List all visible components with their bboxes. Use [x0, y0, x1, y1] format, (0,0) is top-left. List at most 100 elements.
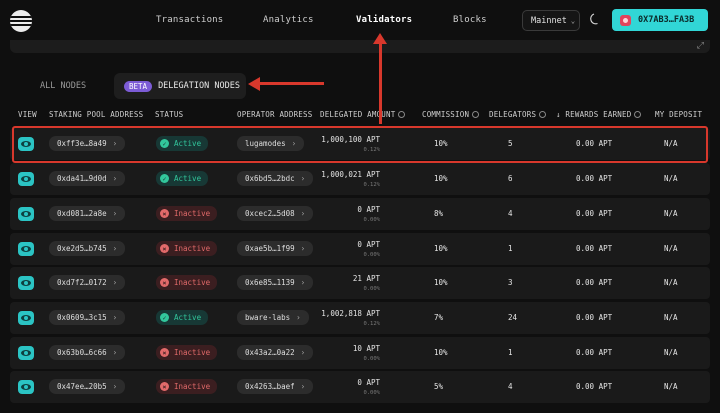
- pool-address-text: 0x47ee…20b5: [57, 382, 107, 391]
- status-text: Active: [174, 139, 202, 148]
- operator-address[interactable]: 0x43a2…0a22 ›: [237, 345, 314, 360]
- rewards-earned-value: 0.00 APT: [576, 244, 613, 253]
- info-icon[interactable]: [398, 111, 406, 118]
- pool-address-text: 0xd7f2…0172: [57, 278, 107, 287]
- delegated-share: 0.12%: [363, 147, 380, 153]
- pool-address-text: 0xda41…9d0d: [57, 174, 107, 183]
- tab-delegation-nodes-label: DELEGATION NODES: [158, 81, 240, 91]
- delegators-value: 1: [508, 244, 513, 253]
- status-text: Inactive: [174, 244, 211, 253]
- operator-address[interactable]: 0x6e85…1139 ›: [237, 275, 314, 290]
- tab-delegation-nodes[interactable]: BETA DELEGATION NODES: [114, 73, 246, 99]
- staking-pool-address[interactable]: 0xda41…9d0d ›: [49, 171, 126, 186]
- staking-pool-address[interactable]: 0x47ee…20b5 ›: [49, 379, 126, 394]
- nav-blocks[interactable]: Blocks: [453, 15, 487, 25]
- close-icon: ×: [160, 244, 169, 253]
- pool-address-text: 0xff3e…8a49: [57, 139, 107, 148]
- operator-address-text: 0x4263…baef: [245, 382, 295, 391]
- delegators-value: 5: [508, 139, 513, 148]
- table-row[interactable]: 0x47ee…20b5 › × Inactive 0x4263…baef › 0 APT 0.…: [10, 371, 710, 403]
- table-row[interactable]: 0xd081…2a8e › × Inactive 0xcec2…5d08 › 0 APT 0.…: [10, 198, 710, 230]
- theme-toggle-moon-icon[interactable]: [588, 12, 602, 26]
- chevron-right-icon: ›: [112, 313, 118, 322]
- column-delegated-amount[interactable]: DELEGATED AMOUNT: [320, 110, 406, 119]
- my-deposit-value: N/A: [664, 313, 678, 322]
- search-bar[interactable]: ⤢: [10, 40, 710, 53]
- chevron-right-icon: ›: [112, 382, 118, 391]
- annotation-arrow-up: [379, 36, 382, 124]
- view-eye-icon[interactable]: [18, 172, 34, 186]
- status-badge: ✓ Active: [156, 136, 209, 151]
- column-operator-address[interactable]: OPERATOR ADDRESS: [237, 110, 312, 119]
- operator-address[interactable]: lugamodes ›: [237, 136, 305, 151]
- tab-all-nodes-label: ALL NODES: [40, 81, 87, 91]
- delegators-value: 4: [508, 209, 513, 218]
- expand-icon[interactable]: ⤢: [697, 41, 704, 51]
- view-eye-icon[interactable]: [18, 346, 34, 360]
- close-icon: ×: [160, 382, 169, 391]
- status-text: Inactive: [174, 382, 211, 391]
- column-delegators[interactable]: DELEGATORS: [489, 110, 547, 119]
- status-badge: ✓ Active: [156, 171, 209, 186]
- view-eye-icon[interactable]: [18, 380, 34, 394]
- pool-address-text: 0xd081…2a8e: [57, 209, 107, 218]
- view-eye-icon[interactable]: [18, 242, 34, 256]
- table-row[interactable]: 0xe2d5…b745 › × Inactive 0xae5b…1f99 › 0 APT 0.…: [10, 233, 710, 265]
- table-row[interactable]: 0xda41…9d0d › ✓ Active 0x6bd5…2bdc › 1,000,021…: [10, 163, 710, 195]
- table-row[interactable]: 0x0609…3c15 › ✓ Active bware-labs › 1,002,818 …: [10, 302, 710, 334]
- view-eye-icon[interactable]: [18, 311, 34, 325]
- view-eye-icon[interactable]: [18, 276, 34, 290]
- staking-pool-address[interactable]: 0xff3e…8a49 ›: [49, 136, 126, 151]
- staking-pool-address[interactable]: 0x63b0…6c66 ›: [49, 345, 126, 360]
- chevron-right-icon: ›: [300, 348, 306, 357]
- operator-address[interactable]: bware-labs ›: [237, 310, 309, 325]
- info-icon[interactable]: [539, 111, 547, 118]
- status-badge: ✓ Active: [156, 310, 209, 325]
- column-commission-label: COMMISSION: [422, 110, 470, 119]
- column-my-deposit[interactable]: MY DEPOSIT: [655, 110, 702, 119]
- delegated-share: 0.00%: [363, 390, 380, 396]
- chevron-right-icon: ›: [300, 278, 306, 287]
- view-eye-icon[interactable]: [18, 207, 34, 221]
- wallet-button[interactable]: 0X7AB3…FA3B: [612, 9, 708, 31]
- operator-address[interactable]: 0x4263…baef ›: [237, 379, 314, 394]
- staking-pool-address[interactable]: 0x0609…3c15 ›: [49, 310, 126, 325]
- column-pool-address[interactable]: STAKING POOL ADDRESS: [49, 110, 143, 119]
- delegated-amount: 1,000,021 APT: [321, 170, 380, 179]
- status-text: Inactive: [174, 209, 211, 218]
- nav-validators[interactable]: Validators: [356, 15, 412, 25]
- column-delegated-amount-label: DELEGATED AMOUNT: [320, 110, 396, 119]
- delegators-value: 6: [508, 174, 513, 183]
- operator-address-text: 0x43a2…0a22: [245, 348, 295, 357]
- column-delegators-label: DELEGATORS: [489, 110, 537, 119]
- view-eye-icon[interactable]: [18, 137, 34, 151]
- column-commission[interactable]: COMMISSION: [422, 110, 480, 119]
- nav-transactions[interactable]: Transactions: [156, 15, 223, 25]
- operator-address[interactable]: 0xae5b…1f99 ›: [237, 241, 314, 256]
- table-row[interactable]: 0xff3e…8a49 › ✓ Active lugamodes › 1,000,100 A…: [10, 128, 710, 160]
- nav-analytics[interactable]: Analytics: [263, 15, 314, 25]
- explorer-logo-icon[interactable]: [10, 10, 32, 32]
- network-select[interactable]: Mainnet ⌄: [522, 10, 580, 31]
- status-badge: × Inactive: [156, 241, 218, 256]
- delegated-share: 0.12%: [363, 182, 380, 188]
- tab-all-nodes[interactable]: ALL NODES: [28, 73, 114, 99]
- commission-value: 10%: [434, 139, 448, 148]
- check-icon: ✓: [160, 313, 169, 322]
- staking-pool-address[interactable]: 0xd081…2a8e ›: [49, 206, 126, 221]
- column-status[interactable]: STATUS: [155, 110, 183, 119]
- staking-pool-address[interactable]: 0xe2d5…b745 ›: [49, 241, 126, 256]
- staking-pool-address[interactable]: 0xd7f2…0172 ›: [49, 275, 126, 290]
- column-rewards-earned-label: ↓ REWARDS EARNED: [556, 110, 632, 119]
- beta-badge: BETA: [124, 80, 153, 92]
- column-view: VIEW: [18, 110, 37, 119]
- info-icon[interactable]: [472, 111, 480, 118]
- column-rewards-earned[interactable]: ↓ REWARDS EARNED: [556, 110, 642, 119]
- operator-address[interactable]: 0x6bd5…2bdc ›: [237, 171, 314, 186]
- table-row[interactable]: 0x63b0…6c66 › × Inactive 0x43a2…0a22 › 10 APT 0…: [10, 337, 710, 369]
- info-icon[interactable]: [634, 111, 642, 118]
- table-row[interactable]: 0xd7f2…0172 › × Inactive 0x6e85…1139 › 21 APT 0…: [10, 267, 710, 299]
- delegators-value: 24: [508, 313, 518, 322]
- commission-value: 8%: [434, 209, 444, 218]
- operator-address[interactable]: 0xcec2…5d08 ›: [237, 206, 314, 221]
